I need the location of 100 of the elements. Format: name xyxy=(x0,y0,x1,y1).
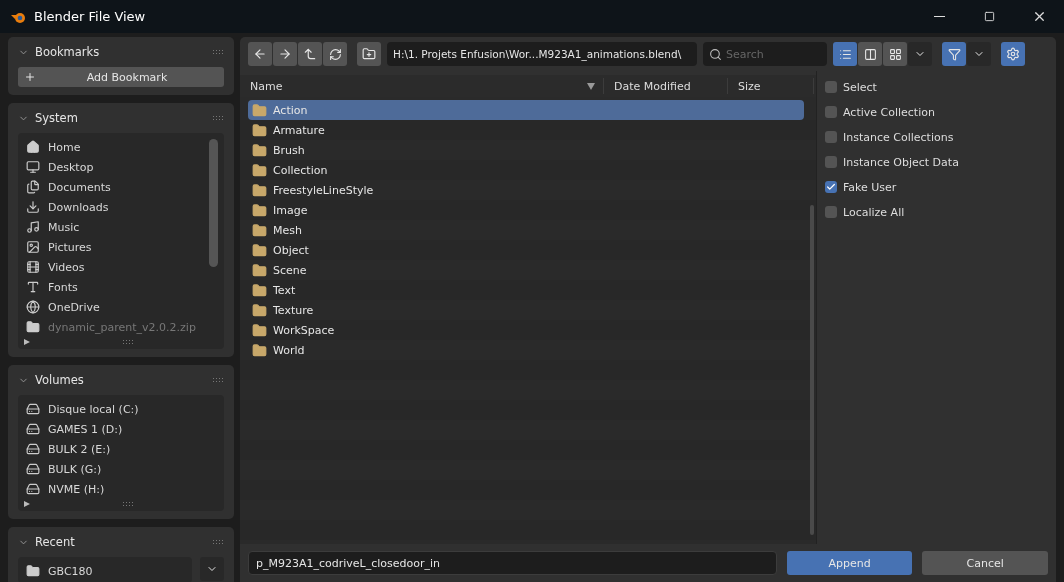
file-row[interactable]: Armature xyxy=(248,120,804,140)
filter-icon xyxy=(947,47,961,61)
checkbox[interactable] xyxy=(825,106,837,118)
checkbox-label: Instance Collections xyxy=(843,130,954,144)
expand-arrow-icon[interactable] xyxy=(24,339,30,345)
refresh-button[interactable] xyxy=(323,42,347,66)
view-mode-button[interactable] xyxy=(883,42,907,66)
file-row[interactable]: Mesh xyxy=(248,220,804,240)
scrollbar[interactable] xyxy=(810,205,814,535)
column-label[interactable]: Size xyxy=(738,79,813,93)
scrollbar[interactable] xyxy=(209,139,218,267)
sidebar-item[interactable]: Home xyxy=(24,137,224,157)
settings-button[interactable] xyxy=(1001,42,1025,66)
minimize-icon xyxy=(933,16,945,17)
monitor-icon xyxy=(26,160,40,174)
filename-field[interactable]: p_M923A1_codriveL_closedoor_in xyxy=(248,551,777,575)
folder-icon xyxy=(252,222,267,238)
panel-title[interactable]: Volumes xyxy=(35,373,206,387)
checkbox[interactable] xyxy=(825,81,837,93)
sidebar-item[interactable]: Fonts xyxy=(24,277,224,297)
download-icon xyxy=(26,200,40,214)
forward-button[interactable] xyxy=(273,42,297,66)
folder-icon xyxy=(252,302,267,318)
path-field[interactable]: H:\1. Projets Enfusion\Wor...M923A1_animations.blend\ xyxy=(387,42,697,66)
list-view-icon xyxy=(838,47,852,61)
file-row[interactable]: Scene xyxy=(248,260,804,280)
drive-icon xyxy=(26,422,40,436)
sidebar-item[interactable]: OneDrive xyxy=(24,297,224,317)
drive-icon xyxy=(26,462,40,476)
check-icon xyxy=(826,182,836,192)
checkbox[interactable] xyxy=(825,131,837,143)
checkbox-label: Select xyxy=(843,80,877,94)
panel-title[interactable]: System xyxy=(35,111,206,125)
sort-arrow-icon[interactable] xyxy=(587,82,595,90)
file-row[interactable]: WorkSpace xyxy=(248,320,804,340)
gear-icon xyxy=(1006,47,1020,61)
folder-icon xyxy=(26,320,40,334)
column-label[interactable]: Date Modified xyxy=(614,79,727,93)
sidebar-item[interactable]: GAMES 1 (D:) xyxy=(24,419,224,439)
sidebar-item[interactable]: Disque local (C:) xyxy=(24,399,224,419)
checkbox[interactable] xyxy=(825,206,837,218)
folder-icon xyxy=(252,122,267,138)
file-row[interactable]: Image xyxy=(248,200,804,220)
sidebar-item[interactable]: Music xyxy=(24,217,224,237)
view-mode-button[interactable] xyxy=(858,42,882,66)
home-icon xyxy=(26,140,40,154)
new-folder-button[interactable] xyxy=(357,42,381,66)
dropdown-button[interactable] xyxy=(908,42,932,66)
folder-icon xyxy=(252,202,267,218)
folder-icon xyxy=(252,282,267,298)
sidebar-item[interactable]: Pictures xyxy=(24,237,224,257)
sidebar-item[interactable]: Documents xyxy=(24,177,224,197)
view-mode-button[interactable] xyxy=(833,42,857,66)
file-row[interactable]: Text xyxy=(248,280,804,300)
file-row[interactable]: Action xyxy=(248,100,804,120)
plus-icon xyxy=(24,71,36,83)
file-row[interactable]: Texture xyxy=(248,300,804,320)
film-icon xyxy=(26,260,40,274)
sidebar-item[interactable]: BULK (G:) xyxy=(24,459,224,479)
sidebar-item[interactable]: Videos xyxy=(24,257,224,277)
sidebar-item[interactable]: Desktop xyxy=(24,157,224,177)
parent-directory-button[interactable] xyxy=(298,42,322,66)
folder-icon xyxy=(252,102,267,118)
back-button[interactable] xyxy=(248,42,272,66)
dropdown-button[interactable] xyxy=(967,42,991,66)
sidebar-item[interactable]: Downloads xyxy=(24,197,224,217)
panel-title[interactable]: Bookmarks xyxy=(35,45,206,59)
folder-icon xyxy=(252,142,267,158)
add-bookmark-button[interactable]: Add Bookmark xyxy=(18,67,224,87)
globe-icon xyxy=(26,300,40,314)
checkbox-label: Fake User xyxy=(843,180,897,194)
sidebar-item[interactable]: GBC180 xyxy=(24,561,192,581)
folder-icon xyxy=(252,262,267,278)
file-row[interactable]: Collection xyxy=(248,160,804,180)
sidebar-item[interactable]: NVME (H:) xyxy=(24,479,224,499)
drive-icon xyxy=(26,402,40,416)
sidebar-item[interactable]: BULK 2 (E:) xyxy=(24,439,224,459)
dropdown-button[interactable] xyxy=(200,557,224,581)
folder-plus-icon xyxy=(362,47,376,61)
grid-view-icon xyxy=(888,47,902,61)
documents-icon xyxy=(26,180,40,194)
checkbox-label: Localize All xyxy=(843,205,905,219)
file-row[interactable]: World xyxy=(248,340,804,360)
panel-title[interactable]: Recent xyxy=(35,535,206,549)
drive-icon xyxy=(26,482,40,496)
checkbox[interactable] xyxy=(825,156,837,168)
folder-icon xyxy=(252,162,267,178)
file-row[interactable]: Brush xyxy=(248,140,804,160)
music-note-icon xyxy=(26,220,40,234)
file-row[interactable]: FreestyleLineStyle xyxy=(248,180,804,200)
checkbox[interactable] xyxy=(825,181,837,193)
filter-button[interactable] xyxy=(942,42,966,66)
cancel-button[interactable]: Cancel xyxy=(922,551,1048,575)
expand-arrow-icon[interactable] xyxy=(24,501,30,507)
append-button[interactable]: Append xyxy=(786,551,913,575)
search-input[interactable]: Search xyxy=(726,47,806,61)
file-row[interactable]: Object xyxy=(248,240,804,260)
search-bar[interactable]: Search xyxy=(703,42,827,66)
window-title: Blender File View xyxy=(34,9,147,24)
column-label[interactable]: Name xyxy=(250,79,587,93)
